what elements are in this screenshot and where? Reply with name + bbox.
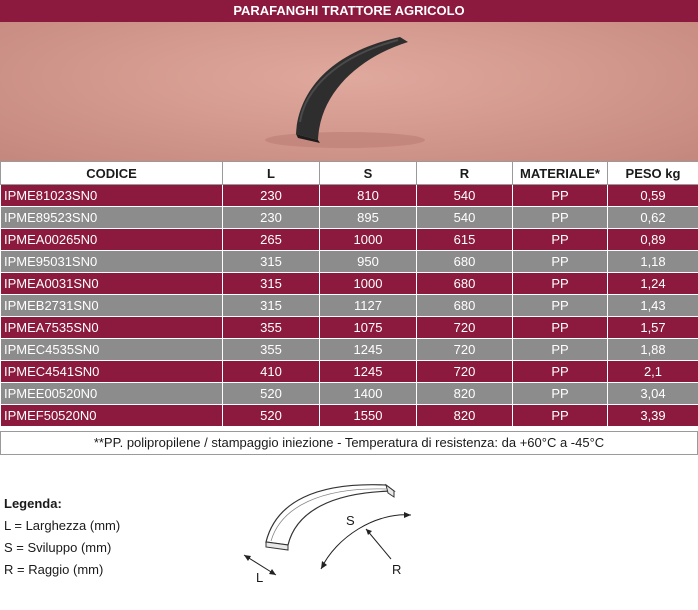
cell-codice: IPME81023SN0 xyxy=(0,184,223,207)
cell-s: 1245 xyxy=(319,360,417,383)
legend-title: Legenda: xyxy=(4,496,62,511)
cell-l: 520 xyxy=(222,382,320,405)
cell-s: 1550 xyxy=(319,404,417,427)
legend-item-l: L = Larghezza (mm) xyxy=(4,518,121,533)
cell-materiale: PP xyxy=(512,228,608,251)
cell-s: 1400 xyxy=(319,382,417,405)
cell-s: 895 xyxy=(319,206,417,229)
cell-peso: 0,62 xyxy=(607,206,698,229)
label-l: L xyxy=(256,570,263,585)
cell-l: 355 xyxy=(222,338,320,361)
cell-r: 820 xyxy=(416,382,513,405)
header-materiale: MATERIALE* xyxy=(512,161,608,185)
cell-r: 820 xyxy=(416,404,513,427)
header-peso: PESO kg xyxy=(607,161,698,185)
fender-dimension-diagram: S R L xyxy=(243,483,412,585)
cell-peso: 3,04 xyxy=(607,382,698,405)
cell-peso: 3,39 xyxy=(607,404,698,427)
cell-codice: IPME89523SN0 xyxy=(0,206,223,229)
cell-codice: IPMEA0031SN0 xyxy=(0,272,223,295)
header-r: R xyxy=(416,161,513,185)
cell-r: 680 xyxy=(416,272,513,295)
cell-l: 315 xyxy=(222,294,320,317)
cell-peso: 1,88 xyxy=(607,338,698,361)
legend-item-r: R = Raggio (mm) xyxy=(4,562,104,577)
cell-materiale: PP xyxy=(512,360,608,383)
legend: Legenda: L = Larghezza (mm) S = Sviluppo… xyxy=(4,496,120,584)
cell-peso: 1,24 xyxy=(607,272,698,295)
cell-r: 540 xyxy=(416,184,513,207)
header-l: L xyxy=(222,161,320,185)
product-photo xyxy=(0,22,698,162)
cell-r: 615 xyxy=(416,228,513,251)
cell-s: 1000 xyxy=(319,228,417,251)
fender-image xyxy=(265,37,425,148)
cell-r: 680 xyxy=(416,250,513,273)
table-row: IPMEB2731SN0 315 1127 680 PP 1,43 xyxy=(0,294,698,317)
cell-materiale: PP xyxy=(512,272,608,295)
cell-s: 1075 xyxy=(319,316,417,339)
material-note: **PP. polipropilene / stampaggio iniezio… xyxy=(0,431,698,455)
cell-s: 810 xyxy=(319,184,417,207)
cell-codice: IPMEA00265N0 xyxy=(0,228,223,251)
label-s: S xyxy=(346,513,355,528)
cell-l: 410 xyxy=(222,360,320,383)
table-row: IPME81023SN0 230 810 540 PP 0,59 xyxy=(0,184,698,207)
cell-materiale: PP xyxy=(512,250,608,273)
table-row: IPMEF50520N0 520 1550 820 PP 3,39 xyxy=(0,404,698,427)
label-r: R xyxy=(392,562,401,577)
cell-l: 520 xyxy=(222,404,320,427)
cell-codice: IPMEA7535SN0 xyxy=(0,316,223,339)
cell-peso: 1,18 xyxy=(607,250,698,273)
cell-l: 355 xyxy=(222,316,320,339)
page-title: PARAFANGHI TRATTORE AGRICOLO xyxy=(0,0,698,22)
table-header-row: CODICE L S R MATERIALE* PESO kg xyxy=(0,161,698,185)
cell-peso: 1,43 xyxy=(607,294,698,317)
cell-codice: IPMEC4535SN0 xyxy=(0,338,223,361)
table-row: IPMEE00520N0 520 1400 820 PP 3,04 xyxy=(0,382,698,405)
cell-s: 1000 xyxy=(319,272,417,295)
cell-s: 1245 xyxy=(319,338,417,361)
cell-codice: IPMEB2731SN0 xyxy=(0,294,223,317)
cell-codice: IPME95031SN0 xyxy=(0,250,223,273)
cell-l: 265 xyxy=(222,228,320,251)
cell-s: 950 xyxy=(319,250,417,273)
cell-peso: 0,59 xyxy=(607,184,698,207)
cell-r: 680 xyxy=(416,294,513,317)
cell-materiale: PP xyxy=(512,206,608,229)
cell-s: 1127 xyxy=(319,294,417,317)
cell-codice: IPMEC4541SN0 xyxy=(0,360,223,383)
cell-peso: 0,89 xyxy=(607,228,698,251)
cell-materiale: PP xyxy=(512,338,608,361)
cell-r: 720 xyxy=(416,338,513,361)
cell-peso: 2,1 xyxy=(607,360,698,383)
table-row: IPMEA7535SN0 355 1075 720 PP 1,57 xyxy=(0,316,698,339)
header-s: S xyxy=(319,161,417,185)
cell-materiale: PP xyxy=(512,382,608,405)
header-codice: CODICE xyxy=(0,161,223,185)
cell-l: 230 xyxy=(222,184,320,207)
cell-materiale: PP xyxy=(512,294,608,317)
table-row: IPMEC4535SN0 355 1245 720 PP 1,88 xyxy=(0,338,698,361)
table-row: IPMEC4541SN0 410 1245 720 PP 2,1 xyxy=(0,360,698,383)
table-row: IPME95031SN0 315 950 680 PP 1,18 xyxy=(0,250,698,273)
cell-l: 315 xyxy=(222,272,320,295)
cell-peso: 1,57 xyxy=(607,316,698,339)
cell-materiale: PP xyxy=(512,316,608,339)
cell-l: 230 xyxy=(222,206,320,229)
cell-codice: IPMEF50520N0 xyxy=(0,404,223,427)
cell-l: 315 xyxy=(222,250,320,273)
legend-item-s: S = Sviluppo (mm) xyxy=(4,540,112,555)
cell-materiale: PP xyxy=(512,184,608,207)
cell-materiale: PP xyxy=(512,404,608,427)
table-row: IPME89523SN0 230 895 540 PP 0,62 xyxy=(0,206,698,229)
specs-table: CODICE L S R MATERIALE* PESO kg IPME8102… xyxy=(0,161,698,427)
table-row: IPMEA00265N0 265 1000 615 PP 0,89 xyxy=(0,228,698,251)
cell-r: 540 xyxy=(416,206,513,229)
cell-codice: IPMEE00520N0 xyxy=(0,382,223,405)
table-row: IPMEA0031SN0 315 1000 680 PP 1,24 xyxy=(0,272,698,295)
cell-r: 720 xyxy=(416,316,513,339)
cell-r: 720 xyxy=(416,360,513,383)
